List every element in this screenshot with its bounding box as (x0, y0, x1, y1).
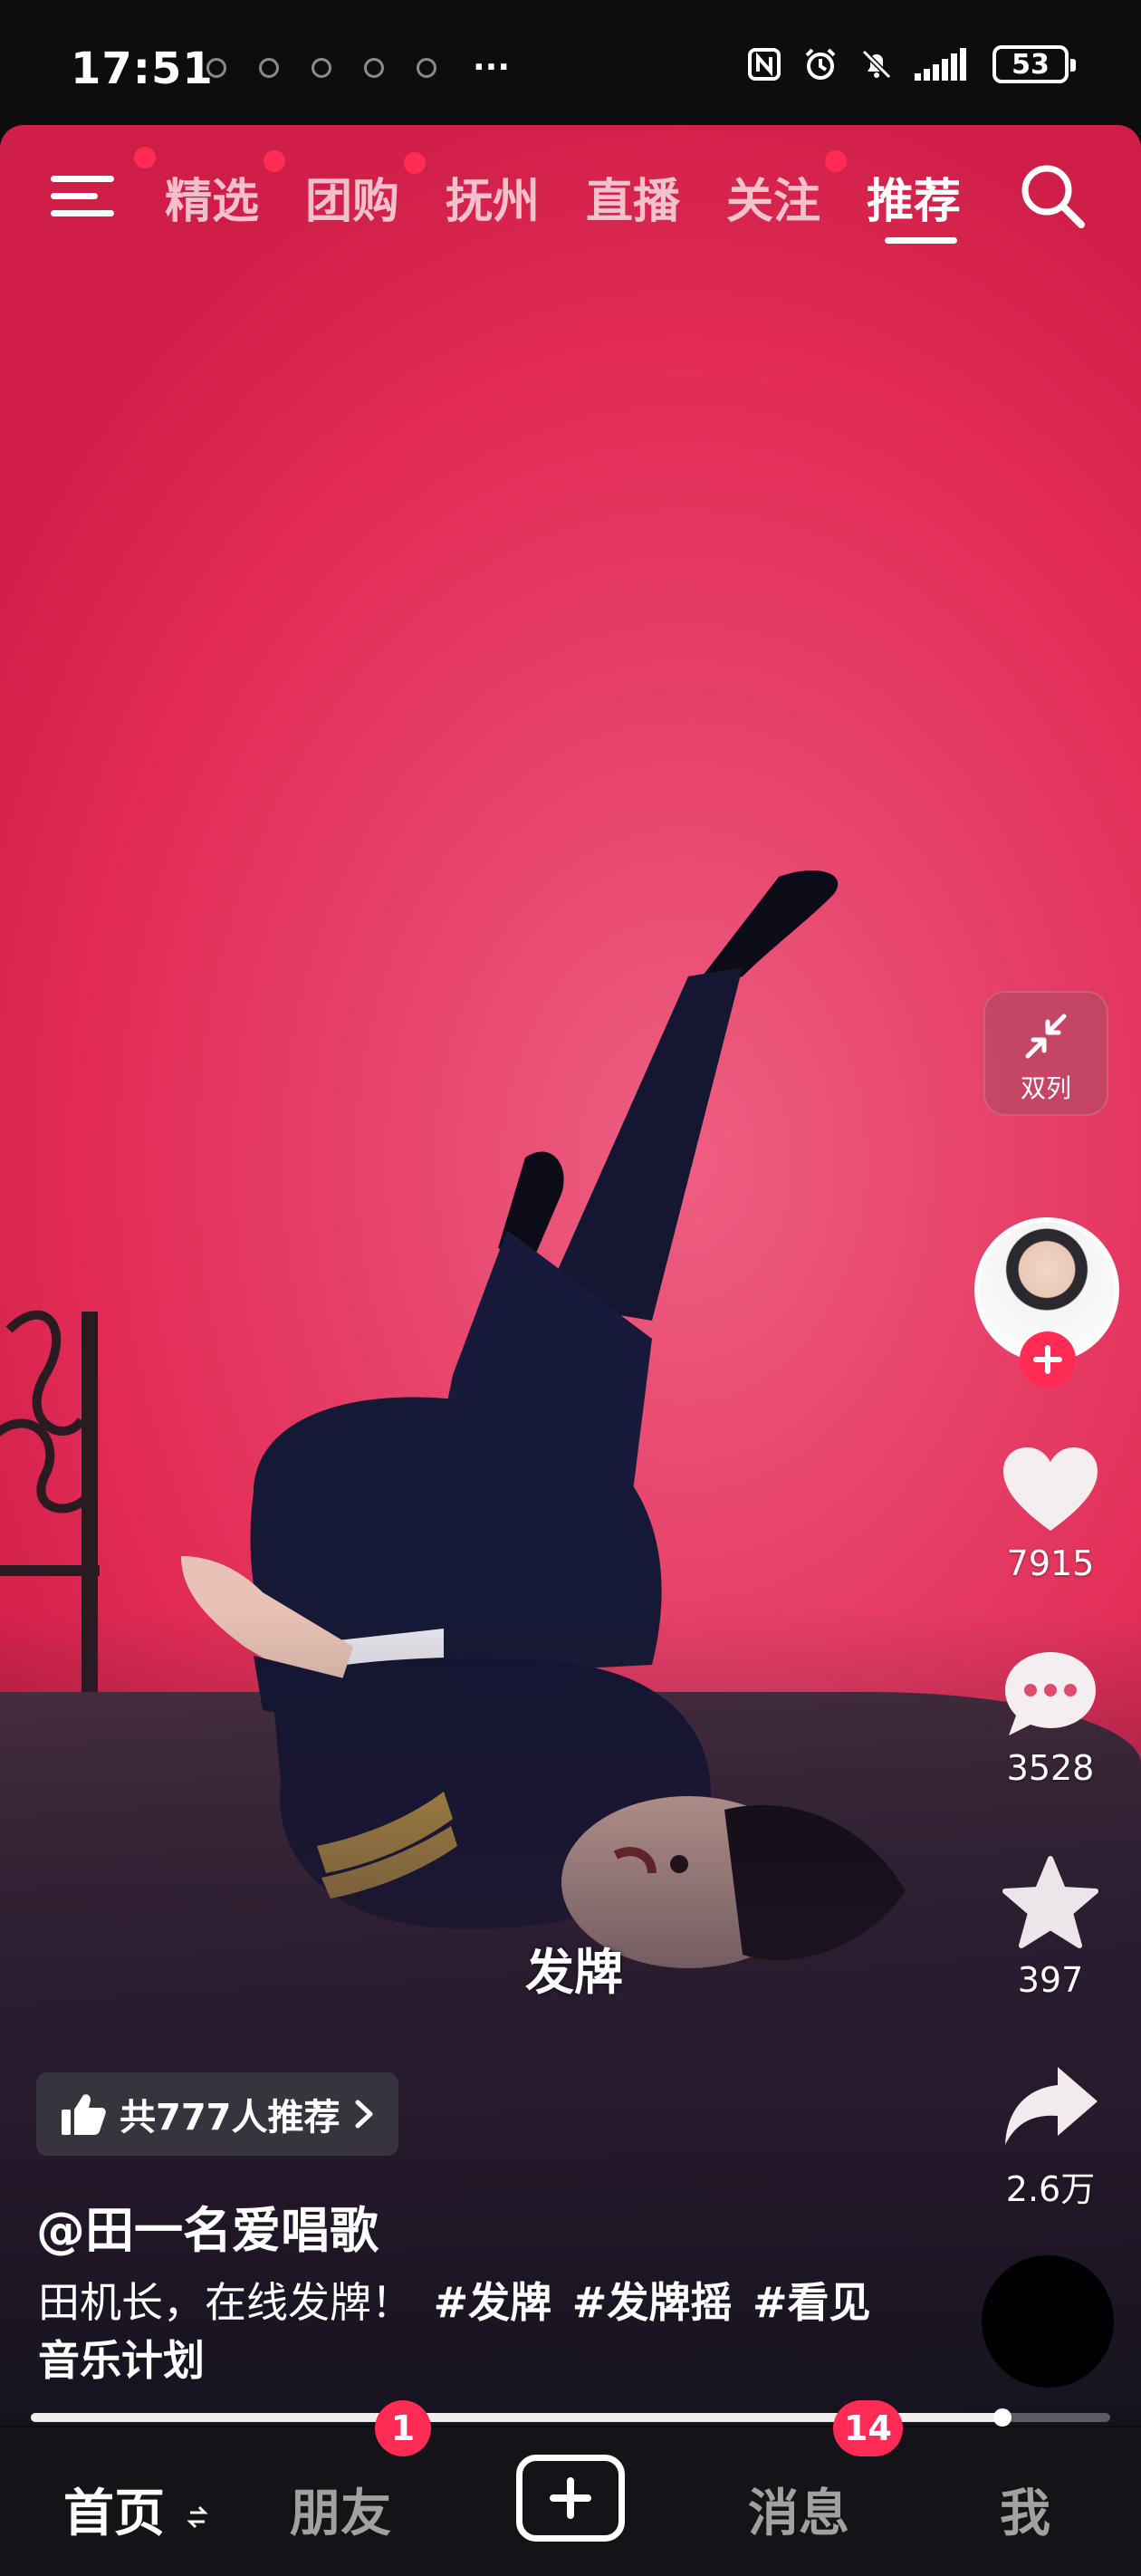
thumbs-up-icon (62, 2094, 106, 2135)
comment-count: 3528 (1006, 1748, 1095, 1788)
nav-friends[interactable]: 朋友 (290, 2473, 391, 2546)
messages-badge: 14 (833, 2400, 903, 2456)
tab-label: 抚州 (446, 175, 541, 229)
comment-icon (1005, 1652, 1096, 1735)
nav-messages-label: 消息 (748, 2485, 849, 2543)
collapse-arrows-icon (1025, 1014, 1067, 1059)
notification-icon (206, 58, 226, 78)
create-button[interactable] (516, 2455, 625, 2542)
menu-line (51, 210, 114, 216)
menu-line (51, 176, 114, 182)
menu-notification-dot (134, 147, 156, 168)
share-count: 2.6万 (1005, 2169, 1096, 2209)
video-description: 田机长，在线发牌！ #发牌 #发牌摇 #看见音乐计划 (38, 2273, 907, 2389)
video-overlay-caption: 发牌 (525, 1944, 623, 2001)
friends-badge: 1 (375, 2400, 431, 2456)
author-name[interactable]: @田一名爱唱歌 (36, 2190, 379, 2262)
tab-label: 关注 (726, 175, 821, 229)
share-button[interactable]: 2.6万 (987, 2062, 1114, 2211)
nav-friends-label: 朋友 (290, 2485, 391, 2543)
tab-label: 精选 (165, 175, 260, 229)
notification-icons: ··· (206, 49, 511, 86)
battery-level: 53 (1012, 48, 1050, 81)
nav-me[interactable]: 我 (1000, 2473, 1050, 2546)
status-time: 17:51 (71, 43, 214, 94)
active-tab-indicator (885, 237, 957, 244)
swap-icon (186, 2505, 208, 2529)
notification-icon (417, 58, 436, 78)
top-navigation: 精选 团购 抚州 直播 关注 推荐 (0, 136, 1141, 254)
follow-button[interactable] (1020, 1331, 1076, 1388)
tab-group-buy[interactable]: 团购 (264, 150, 446, 231)
progress-handle[interactable] (993, 2408, 1012, 2427)
mute-icon (861, 49, 892, 80)
heart-icon (1003, 1447, 1098, 1531)
like-count: 7915 (1006, 1543, 1095, 1583)
favorite-count: 397 (1017, 1960, 1084, 2000)
tab-local[interactable]: 抚州 (404, 152, 586, 231)
hashtag[interactable]: #发牌 (434, 2278, 552, 2327)
tab-notification-dot (264, 150, 285, 172)
tab-label: 团购 (305, 175, 400, 229)
more-notifications: ··· (473, 49, 511, 86)
tab-recommended[interactable]: 推荐 (825, 150, 1007, 244)
chevron-right-icon (355, 2100, 372, 2129)
search-icon[interactable] (1016, 159, 1088, 232)
notification-icon (259, 58, 279, 78)
menu-line (51, 193, 98, 199)
status-bar: 17:51 ··· 53 (0, 0, 1141, 127)
battery-indicator: 53 (992, 45, 1076, 83)
nav-home-label: 首页 (63, 2485, 165, 2543)
menu-button[interactable] (51, 168, 121, 223)
like-button[interactable]: 7915 (987, 1444, 1114, 1583)
nav-messages[interactable]: 消息 (748, 2473, 849, 2546)
dual-column-label: 双列 (1020, 1073, 1071, 1103)
feed-tabs: 精选 团购 抚州 直播 关注 推荐 (165, 150, 1007, 244)
dual-column-button[interactable]: 双列 (983, 991, 1108, 1116)
nav-me-label: 我 (1000, 2485, 1050, 2543)
notification-icon (312, 58, 331, 78)
tab-live[interactable]: 直播 (586, 163, 726, 231)
description-text: 田机长，在线发牌！ (38, 2278, 413, 2327)
tab-featured[interactable]: 精选 (165, 163, 305, 231)
comment-button[interactable]: 3528 (987, 1648, 1114, 1788)
star-icon (1002, 1856, 1098, 1948)
nfc-icon (748, 48, 781, 81)
video-progress-bar[interactable] (31, 2408, 1110, 2427)
signal-icon (915, 48, 966, 81)
tab-notification-dot (404, 152, 426, 174)
plus-icon (1033, 1345, 1062, 1374)
favorite-button[interactable]: 397 (987, 1855, 1114, 2000)
tab-following[interactable]: 关注 (726, 163, 867, 231)
share-arrow-icon (1005, 2067, 1098, 2145)
tab-notification-dot (825, 150, 847, 172)
tab-label: 推荐 (867, 175, 962, 229)
alarm-icon (805, 48, 836, 80)
recommend-count-text: 共777人推荐 (120, 2097, 340, 2139)
notification-icon (364, 58, 384, 78)
tab-label: 直播 (586, 175, 681, 229)
music-disc[interactable] (982, 2255, 1114, 2388)
hashtag[interactable]: #发牌摇 (572, 2278, 733, 2327)
recommend-pill[interactable]: 共777人推荐 (36, 2072, 398, 2156)
nav-home[interactable]: 首页 (63, 2473, 208, 2546)
plus-icon (550, 2477, 591, 2519)
bottom-navigation: 首页 朋友 1 消息 14 我 (0, 2400, 1141, 2576)
system-icons: 53 (746, 45, 1076, 83)
